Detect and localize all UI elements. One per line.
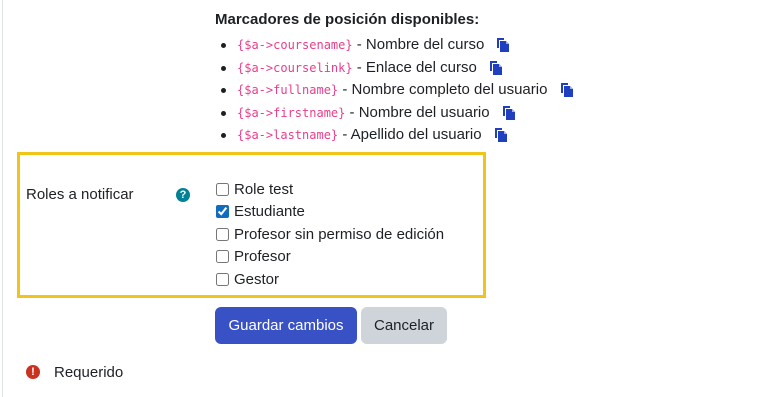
placeholder-item: {$a->fullname} - Nombre completo del usu… [221,79,574,102]
placeholder-code: {$a->lastname} [237,128,339,142]
placeholder-code: {$a->firstname} [237,105,346,120]
roles-checkbox-group: Role test Estudiante Profesor sin permis… [215,178,444,291]
placeholders-title: Marcadores de posición disponibles: [215,11,480,28]
placeholder-description: - Nombre completo del usuario [342,81,548,98]
placeholder-description: - Nombre del usuario [349,103,490,121]
placeholder-item: {$a->firstname} - Nombre del usuario [221,102,574,125]
role-option-gestor: Gestor [215,268,444,291]
profesor-sin-edicion-checkbox[interactable] [216,227,229,241]
role-option-label[interactable]: Gestor [234,271,279,288]
role-option-profesor-sin-edicion: Profesor sin permiso de edición [215,223,444,246]
placeholders-list: {$a->coursename} - Nombre del curso {$a-… [215,34,574,147]
placeholder-description: - Enlace del curso [356,58,477,76]
gestor-checkbox[interactable] [216,272,229,286]
placeholders-section: Marcadores de posición disponibles: {$a-… [215,10,574,147]
role-test-checkbox[interactable] [216,182,229,196]
placeholder-item: {$a->coursename} - Nombre del curso [221,34,574,57]
role-option-label[interactable]: Estudiante [234,203,305,220]
placeholder-description: - Apellido del usuario [342,126,482,143]
placeholder-item: {$a->courselink} - Enlace del curso [221,57,574,80]
roles-label: Roles a notificar [26,186,134,203]
placeholder-description: - Nombre del curso [356,36,485,53]
copy-icon[interactable] [493,126,508,149]
profesor-checkbox[interactable] [216,250,229,264]
notification-settings-form: Marcadores de posición disponibles: {$a-… [0,0,775,397]
placeholder-code: {$a->fullname} [237,83,339,97]
cancel-button[interactable]: Cancelar [361,307,447,344]
required-note: ! Requerido [26,362,123,382]
save-changes-button[interactable]: Guardar cambios [215,307,357,344]
placeholder-item: {$a->lastname} - Apellido del usuario [221,124,574,149]
role-option-role-test: Role test [215,178,444,201]
role-option-label[interactable]: Role test [234,181,293,198]
placeholder-code: {$a->coursename} [237,38,353,52]
required-label: Requerido [54,363,124,381]
role-option-profesor: Profesor [215,246,444,269]
role-option-label[interactable]: Profesor [234,248,291,265]
placeholder-code: {$a->courselink} [237,60,353,75]
role-option-label[interactable]: Profesor sin permiso de edición [234,226,444,243]
help-icon[interactable]: ? [176,188,190,202]
divider [2,0,3,397]
role-option-estudiante: Estudiante [215,201,444,224]
exclamation-icon: ! [26,365,40,379]
estudiante-checkbox[interactable] [216,205,229,219]
